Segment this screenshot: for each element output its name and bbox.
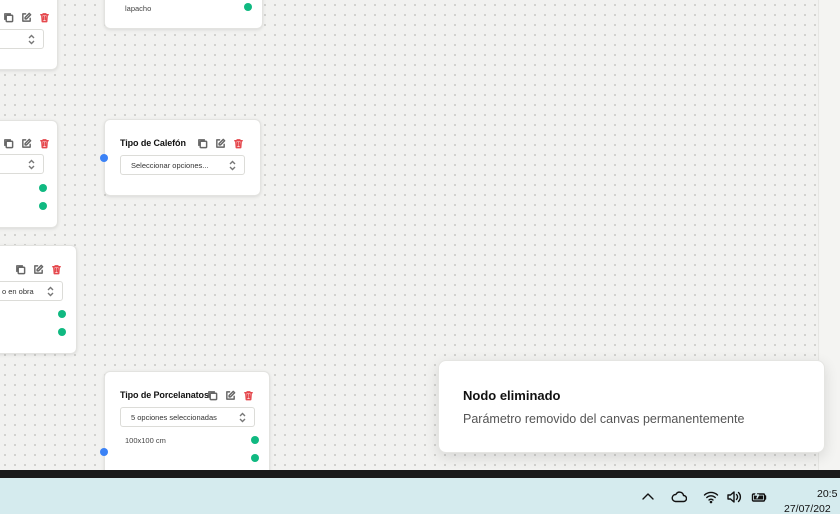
copy-icon[interactable] [205,388,219,402]
node-actions [13,262,63,276]
toast-title: Nodo eliminado [463,388,561,403]
cloud-icon[interactable] [671,490,688,504]
node-title: Tipo de Calefón [120,138,186,148]
parameter-node-porcelanatos[interactable]: Tipo de Porcelanatos 5 opciones seleccio… [104,371,270,470]
input-handle[interactable] [100,448,108,456]
edit-icon[interactable] [31,262,45,276]
chevron-up-down-icon [239,412,246,423]
output-handle[interactable] [244,3,252,11]
options-select[interactable]: 5 opciones seleccionadas [120,407,255,427]
options-select[interactable]: o en obra [0,281,63,301]
node-title: Tipo de Porcelanatos [120,390,209,400]
chevron-up-down-icon [47,286,54,297]
output-handle[interactable] [251,454,259,462]
node-actions [195,136,245,150]
chevron-up-down-icon [28,159,35,170]
copy-icon[interactable] [195,136,209,150]
trash-icon[interactable] [37,10,51,24]
flow-canvas[interactable]: ... lapacho Tipo de Calefón Seleccionar … [0,0,840,470]
node-actions [1,10,51,24]
clock-time[interactable]: 20:5 [817,488,837,500]
parameter-node[interactable]: ... [0,0,58,70]
edit-icon[interactable] [223,388,237,402]
edit-icon[interactable] [19,10,33,24]
taskbar-border [0,470,840,478]
node-actions [205,388,255,402]
edit-icon[interactable] [19,136,33,150]
output-handle[interactable] [39,202,47,210]
copy-icon[interactable] [1,136,15,150]
toast-notification[interactable]: Nodo eliminado Parámetro removido del ca… [438,360,825,453]
wifi-icon[interactable] [703,490,719,504]
parameter-node-calefon[interactable]: Tipo de Calefón Seleccionar opciones... [104,119,261,196]
output-handle[interactable] [251,436,259,444]
output-handle[interactable] [39,184,47,192]
trash-icon[interactable] [231,136,245,150]
volume-icon[interactable] [726,490,742,504]
node-actions [1,136,51,150]
parameter-node[interactable]: lapacho [104,0,263,29]
options-select[interactable]: ... [0,29,44,49]
chevron-up-down-icon [28,34,35,45]
chevron-up-icon[interactable] [640,490,656,504]
edit-icon[interactable] [213,136,227,150]
input-handle[interactable] [100,154,108,162]
option-label: 100x100 cm [125,436,166,445]
output-handle[interactable] [58,310,66,318]
windows-taskbar: 20:5 27/07/202 [0,478,840,514]
clock-date[interactable]: 27/07/202 [784,503,831,514]
battery-icon[interactable] [751,490,767,504]
copy-icon[interactable] [1,10,15,24]
parameter-node[interactable]: o en obra [0,245,77,354]
option-label: lapacho [125,4,152,13]
trash-icon[interactable] [37,136,51,150]
trash-icon[interactable] [49,262,63,276]
parameter-node[interactable] [0,120,58,228]
copy-icon[interactable] [13,262,27,276]
toast-description: Parámetro removido del canvas permanente… [463,412,745,426]
output-handle[interactable] [58,328,66,336]
chevron-up-down-icon [229,160,236,171]
options-select[interactable]: Seleccionar opciones... [120,155,245,175]
options-select[interactable] [0,154,44,174]
trash-icon[interactable] [241,388,255,402]
